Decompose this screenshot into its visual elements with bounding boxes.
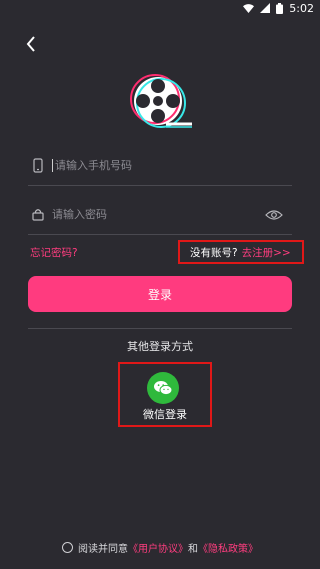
register-prompt: 没有账号? 去注册>> (178, 240, 304, 264)
wechat-login-label: 微信登录 (143, 408, 187, 421)
app-logo (128, 73, 194, 135)
divider (28, 328, 292, 329)
status-bar: 5:02 (0, 0, 320, 16)
login-button[interactable]: 登录 (28, 276, 292, 312)
battery-icon (276, 2, 284, 14)
phone-input[interactable] (55, 159, 292, 172)
agreement-row: 阅读并同意 《用户协议》 和 《隐私政策》 (0, 540, 320, 555)
text-cursor (52, 159, 53, 172)
back-button[interactable] (20, 33, 42, 55)
eye-icon[interactable] (264, 207, 284, 223)
phone-field[interactable] (28, 146, 292, 186)
forgot-password-link[interactable]: 忘记密码? (30, 245, 78, 260)
chevron-left-icon (26, 36, 35, 52)
wechat-login-button[interactable]: 微信登录 (118, 362, 212, 427)
signal-icon (260, 3, 271, 13)
other-login-label: 其他登录方式 (127, 340, 193, 353)
privacy-policy-link[interactable]: 《隐私政策》 (198, 540, 258, 555)
agreement-radio[interactable] (62, 542, 73, 553)
wechat-icon (147, 372, 179, 404)
register-link[interactable]: 去注册>> (242, 245, 291, 260)
phone-icon (30, 158, 46, 174)
status-time: 5:02 (289, 1, 314, 15)
lock-icon (30, 207, 46, 223)
password-input[interactable] (52, 208, 264, 221)
wifi-icon (243, 3, 255, 13)
password-field[interactable] (28, 195, 292, 235)
agreement-and: 和 (188, 544, 198, 555)
user-agreement-link[interactable]: 《用户协议》 (128, 540, 188, 555)
agreement-prefix: 阅读并同意 (78, 544, 128, 555)
no-account-label: 没有账号? (190, 246, 238, 259)
